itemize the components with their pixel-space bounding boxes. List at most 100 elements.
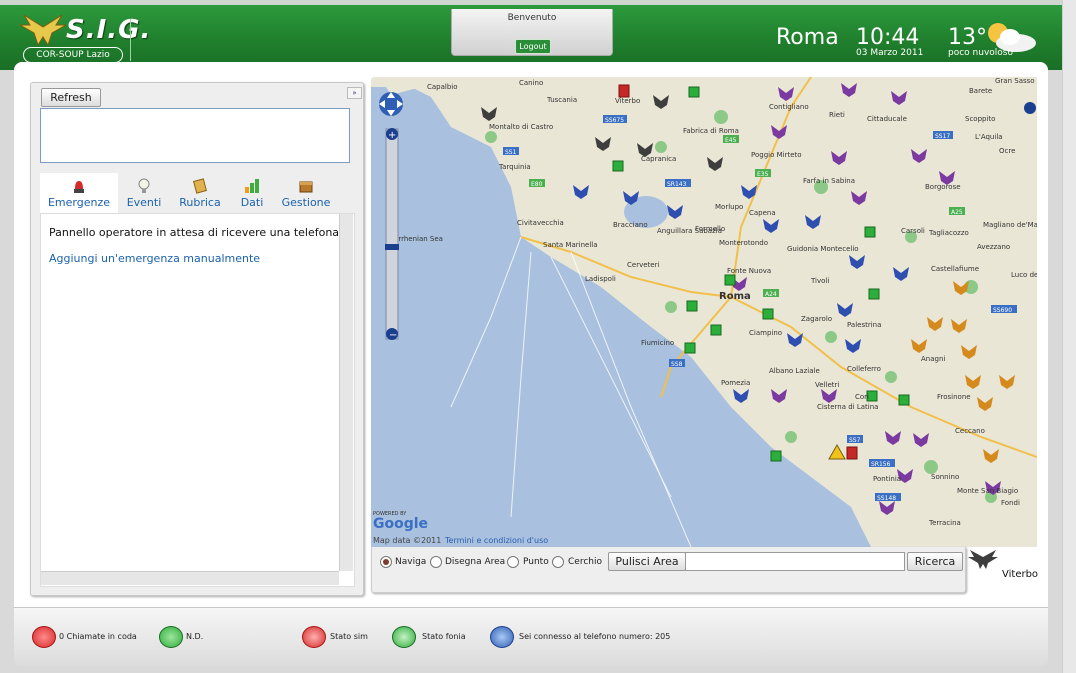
sim-status-icon: [302, 626, 326, 648]
place-label: Luco dei Marsi: [1011, 271, 1037, 279]
road-label: SS148: [877, 495, 896, 502]
info-box: [40, 108, 350, 163]
place-label: Albano Laziale: [769, 367, 820, 375]
refresh-button[interactable]: Refresh: [41, 88, 101, 107]
place-label: Poggio Mirteto: [751, 151, 802, 159]
place-label: Anagni: [921, 355, 945, 363]
logo-subtitle: COR-SOUP Lazio: [23, 47, 123, 63]
zoom-control[interactable]: + −: [379, 84, 403, 344]
clear-area-button[interactable]: Pulisci Area: [608, 552, 686, 571]
fonia-status-icon: [392, 626, 416, 648]
place-label: Farfa in Sabina: [803, 177, 855, 185]
search-button[interactable]: Ricerca: [907, 552, 963, 571]
phone-connected-icon: [490, 626, 514, 648]
clock-date: 03 Marzo 2011: [856, 48, 924, 58]
tab-bar: Emergenze Eventi Rubrica Dati Gestione: [40, 173, 354, 213]
collapse-button[interactable]: »: [347, 87, 362, 99]
place-label: Canino: [519, 79, 543, 87]
place-label: Cittaducale: [867, 115, 907, 123]
tab-rubrica[interactable]: Rubrica: [170, 173, 230, 213]
road-label: A24: [765, 291, 777, 298]
radio-label: Punto: [523, 557, 549, 567]
queue-count: 0 Chiamate in coda: [59, 632, 137, 641]
road-label: A25: [951, 209, 963, 216]
place-label: Bracciano: [613, 221, 648, 229]
horizontal-scrollbar[interactable]: [41, 571, 339, 585]
weather-description: poco nuvoloso: [948, 48, 1013, 58]
tab-eventi[interactable]: Eventi: [118, 173, 170, 213]
tab-emergenze[interactable]: Emergenze: [40, 173, 118, 213]
box-icon: [298, 178, 314, 194]
phone-green-icon: [159, 626, 183, 648]
place-label: Viterbo: [615, 97, 640, 105]
header-bar: S.I.G. COR-SOUP Lazio Benvenuto Logout R…: [0, 0, 1076, 70]
place-label: Ceccano: [955, 427, 985, 435]
radio-disegna-area[interactable]: [430, 556, 442, 568]
welcome-box: Benvenuto Logout: [451, 9, 613, 56]
tab-dati[interactable]: Dati: [230, 173, 274, 213]
logout-button[interactable]: Logout: [515, 39, 551, 54]
map-terrain: Capalbio Canino Tuscania Viterbo Montalt…: [371, 77, 1037, 547]
place-label: Borgorose: [925, 183, 961, 191]
road-label: E45: [725, 137, 737, 144]
place-label: Ladispoli: [585, 275, 616, 283]
svg-text:+: +: [388, 130, 396, 141]
clock-time: 10:44: [856, 25, 920, 50]
place-label: Carsoli: [901, 227, 925, 235]
place-label: Pomezia: [721, 379, 750, 387]
tab-label: Dati: [240, 196, 264, 209]
map-terms-link[interactable]: Termini e condizioni d'uso: [444, 536, 548, 545]
map-attribution: Map data ©2011: [373, 536, 441, 545]
welcome-text: Benvenuto: [507, 13, 557, 23]
place-label: Pontinia: [873, 475, 901, 483]
radio-naviga[interactable]: [380, 556, 392, 568]
tab-content: Pannello operatore in attesa di ricevere…: [40, 213, 355, 587]
place-label: Cisterna di Latina: [817, 403, 878, 411]
layer-toggle-icon[interactable]: [1024, 102, 1036, 114]
road-label: SS690: [993, 307, 1012, 314]
place-label: Tivoli: [810, 277, 829, 285]
logo: S.I.G. COR-SOUP Lazio: [20, 13, 150, 63]
pan-control-icon[interactable]: + −: [378, 84, 406, 344]
logo-title: S.I.G.: [66, 15, 152, 45]
place-label: Magliano de'Marsi: [983, 221, 1037, 229]
place-label: Guidonia Montecelio: [787, 245, 859, 253]
road-label: SS8: [671, 361, 683, 368]
status-message: Pannello operatore in attesa di ricevere…: [49, 226, 351, 239]
place-label: L'Aquila: [975, 133, 1003, 141]
page-scrollbar[interactable]: [1062, 0, 1076, 673]
map-view[interactable]: Capalbio Canino Tuscania Viterbo Montalt…: [371, 77, 1037, 547]
place-label: Capranica: [641, 155, 676, 163]
place-label: Scoppito: [965, 115, 995, 123]
svg-text:−: −: [389, 330, 397, 341]
place-label: Castellafiume: [931, 265, 979, 273]
place-label: Morlupo: [715, 203, 743, 211]
tab-gestione[interactable]: Gestione: [274, 173, 338, 213]
add-emergency-link[interactable]: Aggiungi un'emergenza manualmente: [49, 252, 260, 265]
radio-punto[interactable]: [507, 556, 519, 568]
place-label: Colleferro: [847, 365, 881, 373]
radio-cerchio[interactable]: [552, 556, 564, 568]
vertical-scrollbar[interactable]: [339, 214, 353, 571]
place-label: Montalto di Castro: [489, 123, 553, 131]
operator-panel: Refresh » Emergenze Eventi Rubrica Dati: [30, 82, 364, 596]
place-label: Civitavecchia: [517, 219, 564, 227]
place-label: Palestrina: [847, 321, 881, 329]
place-label: Roma: [719, 291, 751, 302]
place-label: Fiumicino: [641, 339, 674, 347]
road-label: SS17: [935, 133, 950, 140]
road-label: E35: [757, 171, 769, 178]
zoom-slider-handle: [385, 244, 399, 250]
place-label: Tagliacozzo: [928, 229, 969, 237]
place-label: Sonnino: [931, 473, 959, 481]
place-label: Barete: [969, 87, 992, 95]
bar-chart-icon: [244, 178, 260, 194]
place-label: Rieti: [829, 111, 845, 119]
place-label: Gran Sasso: [995, 77, 1035, 85]
place-label: Zagarolo: [801, 315, 832, 323]
phone-connection-status: Sei connesso al telefono numero: 205: [519, 632, 671, 641]
search-input[interactable]: [685, 552, 905, 571]
road-label: SR143: [667, 181, 687, 188]
place-label: Formello: [695, 225, 725, 233]
eagle-logo-icon: [20, 14, 66, 47]
